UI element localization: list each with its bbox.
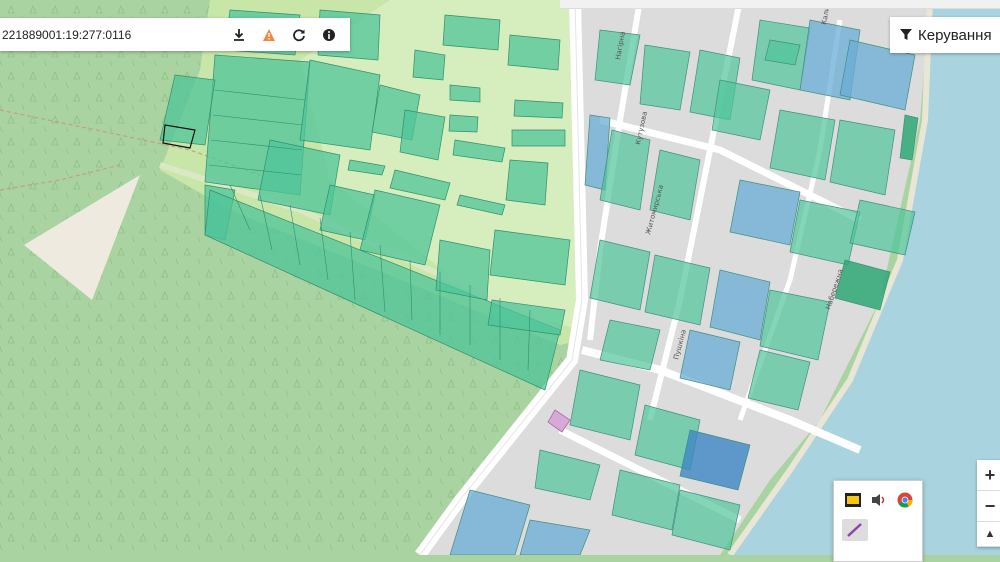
info-icon <box>323 28 335 41</box>
cadastral-number-input[interactable] <box>0 20 224 49</box>
north-button[interactable]: ▲ <box>977 522 1000 547</box>
speaker-icon[interactable] <box>870 491 888 509</box>
s3-icon[interactable] <box>844 491 862 509</box>
manage-layers-label: Керування <box>918 26 992 44</box>
info-button[interactable] <box>314 18 344 51</box>
download-button[interactable] <box>224 18 254 51</box>
pen-icon[interactable] <box>842 519 868 541</box>
system-tray-popup <box>833 480 923 562</box>
zoom-control: + − ▲ <box>977 460 1000 547</box>
chrome-icon[interactable] <box>896 491 914 509</box>
zoom-in-button[interactable]: + <box>977 460 1000 491</box>
filter-icon <box>900 29 912 40</box>
refresh-icon <box>293 28 305 41</box>
download-icon <box>234 28 244 41</box>
zoom-out-button[interactable]: − <box>977 491 1000 522</box>
refresh-button[interactable] <box>284 18 314 51</box>
search-toolbar <box>0 18 350 51</box>
warning-button[interactable] <box>254 18 284 51</box>
warning-icon <box>263 28 275 41</box>
manage-layers-button[interactable]: Керування <box>890 17 1000 53</box>
cadastral-map[interactable]: Житомирська Кутузова Набережна Пушкіна Н… <box>0 0 1000 555</box>
top-strip <box>560 0 1000 9</box>
